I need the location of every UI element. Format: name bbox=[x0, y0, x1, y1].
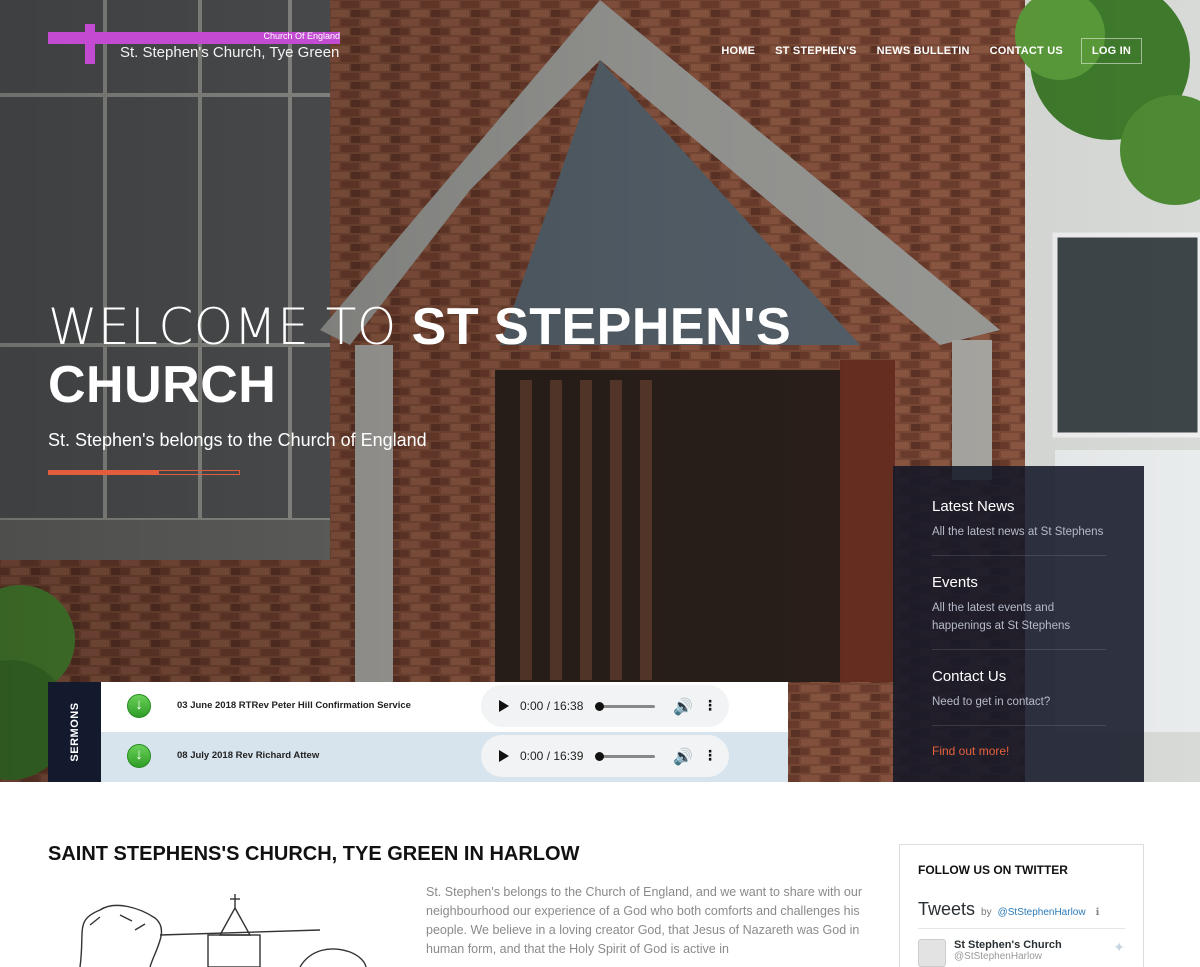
volume-icon[interactable]: 🔊 bbox=[673, 747, 693, 767]
panel-item-desc: All the latest events and happenings at … bbox=[932, 602, 1071, 632]
panel-item-title: Latest News bbox=[932, 498, 1015, 515]
audio-seek-bar[interactable] bbox=[595, 702, 655, 711]
church-sketch-image bbox=[79, 894, 367, 967]
sermons-tab-label: SERMONS bbox=[68, 702, 81, 762]
nav-log-in[interactable]: LOG IN bbox=[1080, 38, 1142, 64]
twitter-handle-link[interactable]: @StStephenHarlow bbox=[998, 907, 1086, 918]
hero-divider-fill bbox=[49, 471, 160, 474]
download-icon[interactable] bbox=[127, 744, 151, 768]
nav-contact-us[interactable]: CONTACT US bbox=[980, 39, 1073, 63]
sermons-tab: SERMONS bbox=[48, 682, 101, 782]
twitter-bird-icon: ✦ bbox=[1113, 939, 1125, 955]
panel-item-title: Events bbox=[932, 574, 978, 591]
download-icon[interactable] bbox=[127, 694, 151, 718]
audio-time: 0:00 / 16:39 bbox=[520, 749, 584, 763]
tweets-label: Tweets bbox=[918, 899, 976, 919]
seek-knob[interactable] bbox=[595, 702, 604, 711]
sermon-title: 08 July 2018 Rev Richard Attew bbox=[177, 750, 320, 761]
tweets-header: Tweets by @StStephenHarlow ℹ bbox=[918, 899, 1125, 929]
panel-item-desc: All the latest news at St Stephens bbox=[932, 526, 1104, 538]
tweet-author[interactable]: St Stephen's Church @StStephenHarlow ✦ bbox=[918, 939, 1125, 967]
find-out-more-link[interactable]: Find out more! bbox=[932, 744, 1106, 758]
info-icon[interactable]: ℹ bbox=[1096, 907, 1100, 918]
welcome-thin: WELCOME TO bbox=[48, 298, 397, 356]
play-icon[interactable] bbox=[499, 700, 509, 712]
avatar bbox=[918, 939, 946, 967]
panel-item-title: Contact Us bbox=[932, 668, 1007, 685]
panel-item-contact-us[interactable]: Contact Us Need to get in contact? bbox=[932, 668, 1106, 726]
welcome-bold-2: CHURCH bbox=[48, 356, 277, 414]
welcome-bold-1: ST STEPHEN'S bbox=[411, 298, 792, 356]
panel-item-events[interactable]: Events All the latest events and happeni… bbox=[932, 574, 1106, 650]
panel-item-latest-news[interactable]: Latest News All the latest news at St St… bbox=[932, 498, 1106, 556]
logo-tagline: Church Of England bbox=[263, 31, 340, 41]
audio-seek-bar[interactable] bbox=[595, 752, 655, 761]
nav-st-stephens[interactable]: ST STEPHEN'S bbox=[765, 39, 866, 63]
logo-site-name: St. Stephen's Church, Tye Green bbox=[120, 44, 340, 61]
intro-paragraph: St. Stephen's belongs to the Church of E… bbox=[426, 885, 862, 956]
site-logo[interactable]: Church Of England St. Stephen's Church, … bbox=[48, 24, 348, 66]
welcome-heading: WELCOME TO ST STEPHEN'S CHURCH bbox=[48, 298, 848, 414]
quick-links-panel: Latest News All the latest news at St St… bbox=[893, 466, 1144, 782]
sermon-row: 03 June 2018 RTRev Peter Hill Confirmati… bbox=[101, 682, 788, 732]
nav-home[interactable]: HOME bbox=[711, 39, 765, 63]
tweet-author-handle: @StStephenHarlow bbox=[954, 951, 1042, 962]
twitter-widget: FOLLOW US ON TWITTER Tweets by @StStephe… bbox=[899, 844, 1144, 967]
sermons-strip: SERMONS 03 June 2018 RTRev Peter Hill Co… bbox=[48, 682, 788, 782]
hero-tagline: St. Stephen's belongs to the Church of E… bbox=[48, 430, 427, 450]
sermon-title: 03 June 2018 RTRev Peter Hill Confirmati… bbox=[177, 700, 411, 711]
audio-time: 0:00 / 16:38 bbox=[520, 699, 584, 713]
seek-knob[interactable] bbox=[595, 752, 604, 761]
volume-icon[interactable]: 🔊 bbox=[673, 697, 693, 717]
audio-player: 0:00 / 16:39 🔊 ⋮ bbox=[481, 735, 729, 777]
more-options-icon[interactable]: ⋮ bbox=[703, 747, 717, 764]
audio-player: 0:00 / 16:38 🔊 ⋮ bbox=[481, 685, 729, 727]
hero-divider bbox=[48, 470, 240, 475]
panel-item-desc: Need to get in contact? bbox=[932, 696, 1051, 708]
main-nav: HOME ST STEPHEN'S NEWS BULLETIN CONTACT … bbox=[711, 38, 1142, 64]
tweets-by: by bbox=[981, 907, 992, 918]
page-title: SAINT STEPHENS'S CHURCH, TYE GREEN IN HA… bbox=[48, 843, 580, 865]
tweet-author-name: St Stephen's Church bbox=[954, 939, 1062, 951]
play-icon[interactable] bbox=[499, 750, 509, 762]
twitter-heading: FOLLOW US ON TWITTER bbox=[918, 863, 1068, 877]
nav-news-bulletin[interactable]: NEWS BULLETIN bbox=[867, 39, 980, 63]
cross-icon bbox=[85, 24, 95, 64]
more-options-icon[interactable]: ⋮ bbox=[703, 697, 717, 714]
sermon-row: 08 July 2018 Rev Richard Attew 0:00 / 16… bbox=[101, 732, 788, 782]
